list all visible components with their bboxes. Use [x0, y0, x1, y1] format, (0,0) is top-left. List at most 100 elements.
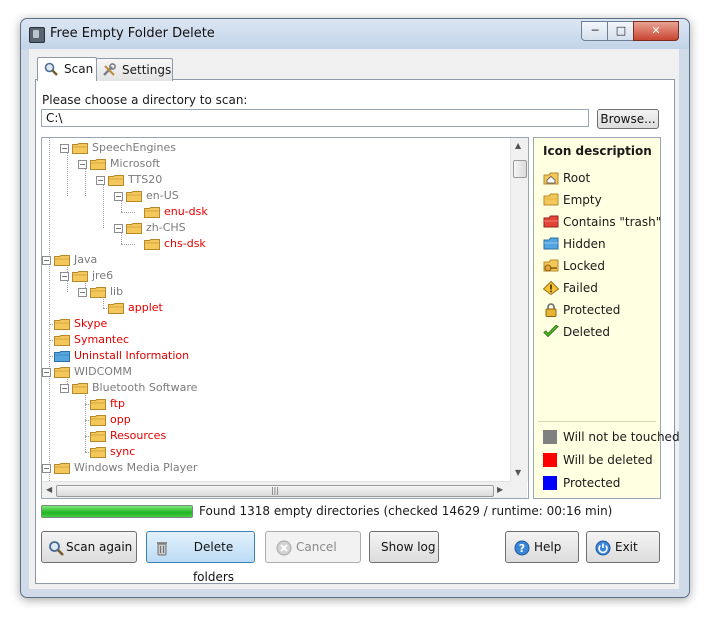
padlock-icon	[545, 303, 557, 317]
scrollbar-corner	[510, 481, 527, 498]
power-icon	[595, 540, 611, 556]
tree-node-label: Resources	[110, 429, 167, 442]
horizontal-scroll-thumb[interactable]: |||	[56, 485, 494, 497]
collapse-toggle-icon[interactable]: −	[42, 464, 51, 473]
collapse-toggle-icon[interactable]: −	[42, 368, 51, 377]
tree-guide-line	[121, 244, 135, 245]
scan-progress-bar	[41, 505, 193, 518]
collapse-toggle-icon[interactable]: −	[114, 224, 123, 233]
folder-icon	[72, 271, 88, 282]
folder-icon	[90, 287, 106, 298]
exit-button[interactable]: Exit	[586, 531, 660, 563]
tree-node-label: Symantec	[74, 333, 130, 346]
folder-icon	[108, 303, 124, 314]
tree-node-label: Microsoft	[110, 157, 161, 170]
tree-node-label: ftp	[110, 397, 125, 410]
collapse-toggle-icon[interactable]: −	[60, 384, 69, 393]
tools-icon	[103, 63, 116, 76]
tree-node-label: Uninstall Information	[74, 349, 190, 362]
delete-folders-button[interactable]: Delete folders	[146, 531, 255, 584]
tree-guide-line	[121, 212, 135, 213]
folder-icon	[144, 239, 160, 250]
scroll-left-arrow-icon[interactable]: ◀	[46, 485, 52, 494]
folder-icon	[54, 463, 70, 474]
maximize-icon: □	[615, 24, 627, 37]
tab-settings[interactable]: Settings	[95, 58, 173, 81]
tree-horizontal-scrollbar[interactable]: ◀ ||| ▶	[42, 481, 510, 498]
cancel-button[interactable]: Cancel	[265, 531, 361, 563]
folder-icon	[90, 159, 106, 170]
hidden-folder-icon	[543, 237, 559, 250]
tree-node-label: Windows Media Player	[74, 461, 198, 474]
trash-folder-icon	[543, 215, 559, 228]
folder-icon	[72, 143, 88, 154]
browse-button[interactable]: Browse...	[597, 109, 659, 129]
tree-node-label: Skype	[74, 317, 108, 330]
folder-icon	[54, 319, 70, 330]
blue-swatch	[543, 476, 557, 490]
collapse-toggle-icon[interactable]: −	[42, 256, 51, 265]
tree-node-label: jre6	[92, 269, 114, 282]
directory-path-input[interactable]	[41, 109, 589, 127]
folder-icon	[90, 431, 106, 442]
collapse-toggle-icon[interactable]: −	[114, 192, 123, 201]
minimize-button[interactable]: ─	[581, 21, 609, 41]
folder-icon	[54, 367, 70, 378]
tab-settings-label: Settings	[122, 63, 172, 77]
folder-icon	[90, 399, 106, 410]
folder-icon	[126, 191, 142, 202]
gray-swatch	[543, 430, 557, 444]
locked-folder-icon	[543, 259, 559, 272]
close-button[interactable]: ✕	[633, 21, 679, 41]
vertical-scroll-thumb[interactable]	[513, 160, 527, 178]
directory-prompt: Please choose a directory to scan:	[42, 93, 248, 107]
scroll-down-arrow-icon[interactable]: ▼	[515, 468, 521, 477]
scroll-right-arrow-icon[interactable]: ▶	[497, 485, 503, 494]
folder-icon	[54, 335, 70, 346]
folder-icon	[144, 207, 160, 218]
scroll-up-arrow-icon[interactable]: ▲	[515, 141, 521, 150]
collapse-toggle-icon[interactable]: −	[60, 144, 69, 153]
folder-icon	[90, 415, 106, 426]
app-icon	[29, 27, 45, 43]
tree-guide-line	[49, 138, 50, 481]
tree-node-label: en-US	[146, 189, 179, 202]
window-title: Free Empty Folder Delete	[50, 26, 215, 41]
red-swatch	[543, 453, 557, 467]
progress-fill	[42, 506, 192, 517]
main-window: Free Empty Folder Delete ─ □ ✕ Scan Sett…	[20, 18, 690, 598]
folder-icon	[54, 351, 70, 362]
tab-scan-label: Scan	[64, 62, 94, 76]
svg-text:?: ?	[519, 542, 525, 555]
legend-title: Icon description	[543, 144, 652, 158]
client-area: Scan Settings Please choose a directory …	[29, 49, 680, 589]
tree-node-label: SpeechEngines	[92, 141, 176, 154]
collapse-toggle-icon[interactable]: −	[78, 288, 87, 297]
tree-guide-line	[67, 148, 68, 196]
icon-description-panel: Icon description Root Empty Contains "tr…	[533, 137, 680, 499]
cancel-icon	[276, 540, 292, 556]
tree-node-label: applet	[128, 301, 163, 314]
root-folder-icon	[543, 172, 559, 185]
tree-node-label: TTS20	[128, 173, 163, 186]
minimize-icon: ─	[591, 24, 599, 37]
tree-node-label: sync	[110, 445, 136, 458]
tree-guide-line	[103, 180, 104, 228]
status-text: Found 1318 empty directories (checked 14…	[199, 504, 613, 518]
folder-tree[interactable]: − SpeechEngines − Microsoft − TTS20− en-US enu-…	[41, 137, 529, 499]
help-button[interactable]: ? Help	[505, 531, 579, 563]
title-bar[interactable]: Free Empty Folder Delete ─ □ ✕	[21, 19, 689, 49]
collapse-toggle-icon[interactable]: −	[60, 272, 69, 281]
tree-node-label: Bluetooth Software	[92, 381, 198, 394]
collapse-toggle-icon[interactable]: −	[96, 176, 105, 185]
collapse-toggle-icon[interactable]: −	[78, 160, 87, 169]
tree-node-label: enu-dsk	[164, 205, 208, 218]
tree-vertical-scrollbar[interactable]: ▲ ▼	[510, 138, 528, 481]
scan-again-button[interactable]: Scan again	[41, 531, 137, 563]
tab-scan[interactable]: Scan	[37, 57, 97, 81]
maximize-button[interactable]: □	[607, 21, 635, 41]
show-log-button[interactable]: Show log	[369, 531, 439, 563]
folder-icon	[72, 383, 88, 394]
legend-separator	[538, 421, 656, 422]
help-icon: ?	[514, 540, 530, 556]
